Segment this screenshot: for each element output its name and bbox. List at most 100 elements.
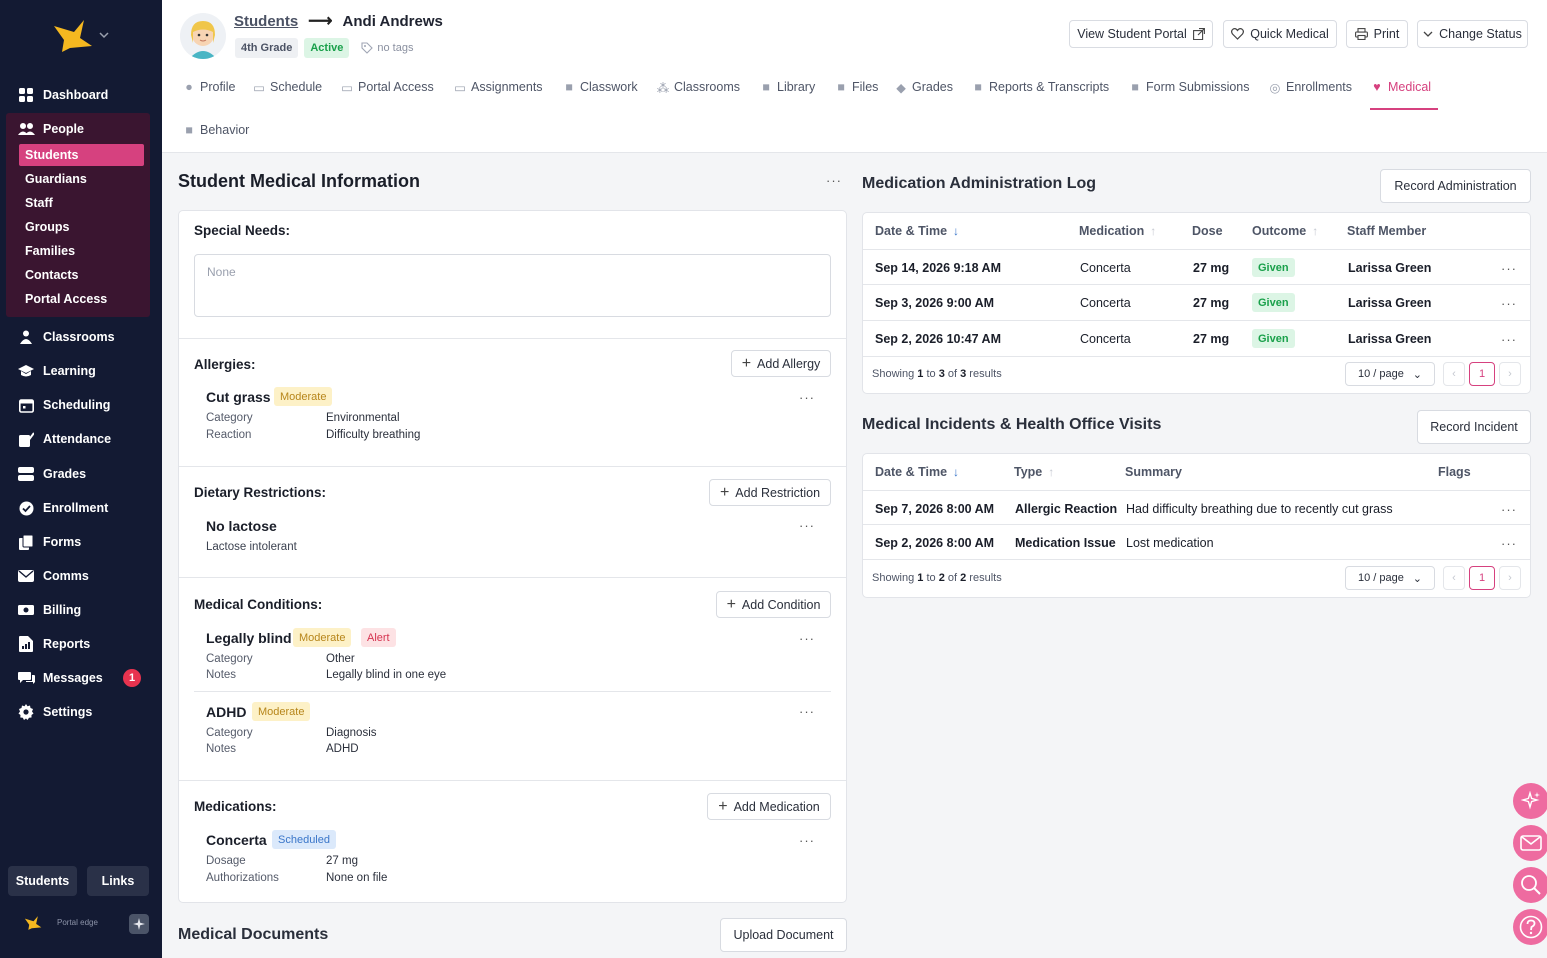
more-icon[interactable]: ···: [1501, 502, 1517, 517]
col-medication[interactable]: Medication ↑: [1079, 224, 1156, 238]
nav-dashboard[interactable]: Dashboard: [8, 81, 154, 109]
sub-students[interactable]: Students: [19, 144, 144, 166]
tab-reports-transcripts[interactable]: ■ Reports & Transcripts: [973, 80, 1109, 94]
tab-classrooms[interactable]: ⁂ Classrooms: [657, 80, 740, 95]
text: results: [966, 368, 1002, 380]
more-icon[interactable]: ···: [1501, 261, 1517, 276]
monitor-icon: ▭: [341, 80, 353, 95]
cell-staff: Larissa Green: [1348, 261, 1432, 275]
outcome-badge: Given: [1252, 329, 1295, 348]
more-icon[interactable]: ···: [799, 518, 815, 533]
per-page-select[interactable]: 10 / page ⌄: [1345, 566, 1435, 590]
tab-files[interactable]: ■ Files: [836, 80, 878, 94]
mail-button[interactable]: [1513, 825, 1547, 861]
prev-page-button[interactable]: ‹: [1443, 362, 1465, 386]
tags[interactable]: no tags: [361, 42, 413, 54]
add-condition-button[interactable]: + Add Condition: [716, 591, 831, 618]
tab-medical[interactable]: ♥ Medical: [1372, 80, 1431, 94]
ai-assistant-button[interactable]: [1513, 783, 1547, 819]
tab-grades[interactable]: ◆ Grades: [896, 80, 953, 95]
people-icon: [17, 120, 35, 138]
col-date[interactable]: Date & Time ↓: [875, 465, 959, 479]
tab-form-submissions[interactable]: ■ Form Submissions: [1130, 80, 1249, 94]
next-page-button[interactable]: ›: [1499, 566, 1521, 590]
more-icon[interactable]: ···: [799, 704, 815, 719]
nav-forms[interactable]: Forms: [8, 528, 154, 556]
tab-portal-access[interactable]: ▭ Portal Access: [341, 80, 434, 95]
tab-behavior[interactable]: ■ Behavior: [184, 123, 249, 137]
per-page-select[interactable]: 10 / page ⌄: [1345, 362, 1435, 386]
col-outcome[interactable]: Outcome ↑: [1252, 224, 1318, 238]
logo[interactable]: [52, 18, 112, 54]
per-page-value: 10 / page: [1358, 572, 1404, 584]
help-icon: [1519, 915, 1543, 939]
nav-classrooms[interactable]: Classrooms: [8, 323, 154, 351]
view-student-portal-button[interactable]: View Student Portal: [1069, 20, 1213, 48]
col-type[interactable]: Type ↑: [1014, 465, 1054, 479]
arrow-down-icon: ↓: [953, 465, 960, 479]
add-medication-button[interactable]: + Add Medication: [707, 793, 831, 820]
tab-library[interactable]: ■ Library: [761, 80, 815, 94]
nav-learning[interactable]: Learning: [8, 357, 154, 385]
nav-label: Learning: [43, 364, 96, 378]
nav-settings[interactable]: Settings: [8, 698, 154, 726]
nav-grades[interactable]: Grades: [8, 460, 154, 488]
add-restriction-button[interactable]: + Add Restriction: [709, 479, 831, 506]
breadcrumb-students-link[interactable]: Students: [234, 13, 298, 30]
button-label: View Student Portal: [1077, 27, 1187, 41]
more-icon[interactable]: ···: [1501, 296, 1517, 311]
sub-portal-access[interactable]: Portal Access: [19, 288, 144, 310]
quick-medical-button[interactable]: Quick Medical: [1223, 20, 1337, 48]
nav-enrollment[interactable]: Enrollment: [8, 494, 154, 522]
more-icon[interactable]: ···: [826, 173, 842, 188]
change-status-button[interactable]: Change Status: [1417, 20, 1528, 48]
nav-people[interactable]: People: [8, 115, 154, 143]
sub-contacts[interactable]: Contacts: [19, 264, 144, 286]
tab-schedule[interactable]: ▭ Schedule: [253, 80, 322, 95]
more-icon[interactable]: ···: [799, 390, 815, 405]
tab-assignments[interactable]: ▭ Assignments: [454, 80, 542, 95]
col-label: Medication: [1079, 224, 1145, 238]
search-button[interactable]: [1513, 867, 1547, 903]
next-page-button[interactable]: ›: [1499, 362, 1521, 386]
col-label: Dose: [1192, 224, 1223, 238]
upload-document-button[interactable]: Upload Document: [720, 918, 847, 952]
prev-page-button[interactable]: ‹: [1443, 566, 1465, 590]
chevron-down-icon: [1423, 31, 1433, 37]
medical-info-card: Special Needs: None Allergies: + Add Alle…: [178, 210, 847, 903]
print-button[interactable]: Print: [1346, 20, 1408, 48]
bottom-links-button[interactable]: Links: [87, 866, 149, 896]
more-icon[interactable]: ···: [799, 631, 815, 646]
col-date[interactable]: Date & Time ↓: [875, 224, 959, 238]
nav-comms[interactable]: Comms: [8, 562, 154, 590]
mail-icon: [1520, 835, 1542, 851]
special-needs-label: Special Needs:: [194, 223, 291, 238]
sub-guardians[interactable]: Guardians: [19, 168, 144, 190]
nav-reports[interactable]: Reports: [8, 630, 154, 658]
sub-staff[interactable]: Staff: [19, 192, 144, 214]
col-label: Flags: [1438, 465, 1471, 479]
nav-billing[interactable]: Billing: [8, 596, 154, 624]
sub-groups[interactable]: Groups: [19, 216, 144, 238]
messages-badge: 1: [123, 669, 141, 687]
help-button[interactable]: [1513, 909, 1547, 945]
page-button[interactable]: 1: [1469, 566, 1495, 590]
tab-profile[interactable]: ● Profile: [184, 80, 235, 94]
special-needs-input[interactable]: None: [194, 254, 831, 317]
bottom-students-button[interactable]: Students: [8, 866, 77, 896]
sidebar: Dashboard People Students Guardians Staf…: [0, 0, 162, 958]
sparkle-icon[interactable]: [129, 914, 149, 934]
add-allergy-button[interactable]: + Add Allergy: [731, 350, 831, 377]
tab-classwork[interactable]: ■ Classwork: [564, 80, 637, 94]
nav-scheduling[interactable]: Scheduling: [8, 391, 154, 419]
condition-name: ADHD: [206, 704, 247, 720]
nav-attendance[interactable]: Attendance: [8, 425, 154, 453]
more-icon[interactable]: ···: [1501, 536, 1517, 551]
record-incident-button[interactable]: Record Incident: [1417, 410, 1531, 444]
tab-enrollments[interactable]: ◎ Enrollments: [1270, 80, 1352, 95]
page-button[interactable]: 1: [1469, 362, 1495, 386]
more-icon[interactable]: ···: [799, 833, 815, 848]
more-icon[interactable]: ···: [1501, 332, 1517, 347]
record-administration-button[interactable]: Record Administration: [1380, 169, 1531, 203]
sub-families[interactable]: Families: [19, 240, 144, 262]
